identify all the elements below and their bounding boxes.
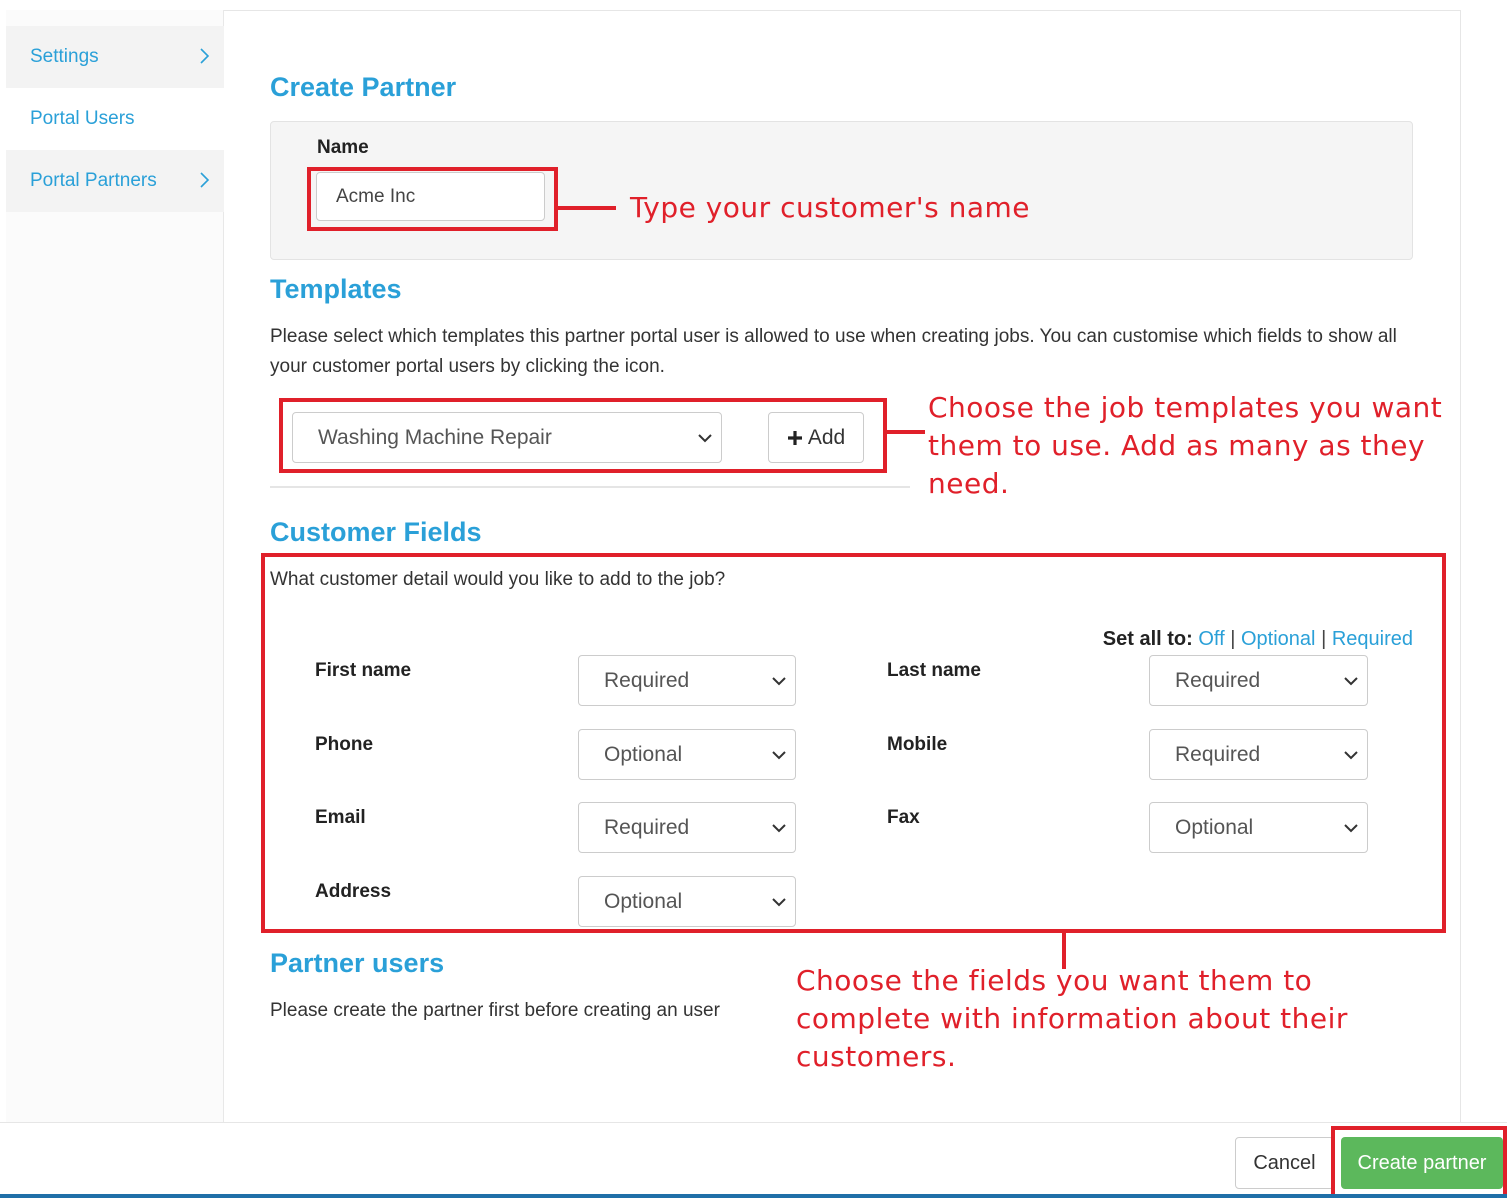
sidebar-item-label: Settings (30, 46, 99, 67)
annotation-line: Choose the job templates you want (928, 391, 1443, 424)
annotation-line: complete with information about their (796, 1002, 1348, 1035)
partner-users-heading: Partner users (270, 948, 445, 978)
sidebar-item-portal-users[interactable]: Portal Users (6, 88, 224, 150)
divider (270, 486, 910, 488)
annotation-box-templates (279, 398, 887, 473)
annotation-connector (885, 430, 925, 434)
sidebar-item-label: Portal Users (30, 108, 135, 129)
annotation-line: them to use. Add as many as they (928, 429, 1426, 462)
annotation-line: customers. (796, 1040, 957, 1073)
create-partner-heading: Create Partner (270, 72, 457, 102)
annotation-line: Choose the fields you want them to (796, 964, 1313, 997)
annotation-connector (556, 206, 616, 210)
cancel-button-label: Cancel (1253, 1151, 1316, 1174)
annotation-box-customer-fields (261, 553, 1446, 933)
name-label: Name (317, 137, 369, 158)
customer-fields-heading: Customer Fields (270, 517, 482, 547)
sidebar-item-portal-partners[interactable]: Portal Partners (6, 150, 224, 212)
annotation-fields-hint: Choose the fields you want them to compl… (796, 962, 1348, 1076)
chevron-right-icon (200, 172, 210, 188)
partner-users-note: Please create the partner first before c… (270, 1000, 720, 1021)
sidebar-item-label: Portal Partners (30, 170, 157, 191)
templates-description: Please select which templates this partn… (270, 326, 1397, 377)
annotation-box-name (307, 167, 558, 231)
annotation-name-hint: Type your customer's name (630, 191, 1031, 224)
footer-accent-line (0, 1194, 1507, 1198)
cancel-button[interactable]: Cancel (1235, 1137, 1334, 1189)
templates-heading: Templates (270, 274, 402, 304)
annotation-templates-hint: Choose the job templates you want them t… (928, 389, 1442, 503)
chevron-right-icon (200, 48, 210, 64)
sidebar: Settings Portal Users Portal Partners (6, 10, 224, 1122)
sidebar-item-settings[interactable]: Settings (6, 26, 224, 88)
annotation-box-create (1331, 1126, 1507, 1198)
annotation-line: need. (928, 467, 1010, 500)
